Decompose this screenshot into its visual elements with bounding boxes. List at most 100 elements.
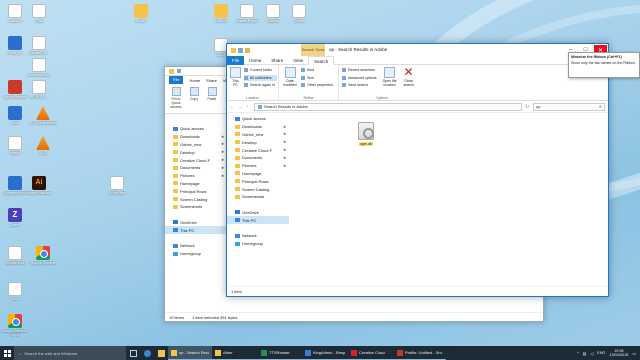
tab-share[interactable]: Share [266, 56, 288, 65]
desktop-icon[interactable]: VLC media player [28, 106, 58, 129]
nav-item[interactable]: This PC [227, 216, 289, 225]
tab-file[interactable]: File [227, 55, 245, 65]
forward-arrow-icon[interactable]: → [238, 104, 243, 110]
tab-view[interactable]: View [288, 56, 308, 65]
desktop-icon[interactable]: EPSB 07 ... [24, 80, 54, 103]
desktop-icon[interactable]: Doc [0, 282, 30, 305]
clear-search-icon[interactable]: ✕ [599, 104, 602, 109]
nav-item[interactable]: Screen Casting [165, 195, 227, 203]
nav-item[interactable]: Homepage [227, 170, 289, 178]
clock[interactable]: 19:36 13/04/2018 [609, 349, 628, 358]
nav-item[interactable]: Quick access [165, 125, 227, 133]
tab-search[interactable]: Search [307, 55, 335, 65]
start-button[interactable] [0, 346, 14, 360]
tab-home[interactable]: Home [244, 56, 266, 65]
desktop-icon[interactable]: CombinedSig.. [24, 58, 54, 81]
taskbar-app[interactable]: Profile: Untitled - Sm... [394, 346, 446, 360]
nav-item[interactable]: Desktop ✱ [227, 138, 289, 146]
ribbon-option[interactable]: Size [301, 75, 335, 82]
ribbon-option[interactable]: Advanced options [342, 75, 379, 82]
up-arrow-icon[interactable]: ↑ [246, 104, 251, 110]
ribbon-option[interactable]: Search again in [244, 82, 277, 89]
nav-item[interactable]: Creative Cloud F ✱ [165, 156, 227, 164]
nav-item[interactable]: Gdrive_new ✱ [227, 131, 289, 139]
taskbar-app[interactable]: KingAdmin - Resp... [302, 346, 348, 360]
taskbar-search[interactable]: ○ Search the web and Windows [14, 346, 126, 360]
nav-item[interactable]: OneDrive [227, 209, 289, 217]
new-folder-icon[interactable] [245, 47, 250, 53]
save-icon[interactable] [177, 69, 181, 73]
ribbon-option[interactable]: Other properties [301, 82, 335, 89]
taskbar-app[interactable]: Creative Cloud [348, 346, 394, 360]
back-tab-home[interactable]: Home [189, 78, 200, 83]
nav-item[interactable]: Screenshots [227, 193, 289, 201]
back-ribbon-button[interactable]: Paste [205, 87, 219, 110]
ribbon-option[interactable]: All subfolders [244, 74, 277, 81]
nav-item[interactable]: OneDrive [165, 219, 227, 227]
desktop-icon[interactable]: ScoreFlow [102, 176, 132, 199]
nav-item[interactable]: Network [227, 232, 289, 240]
taskbar-app[interactable]: op - Search Results... [168, 346, 212, 360]
back-tab-share[interactable]: Share [206, 78, 217, 83]
refresh-icon[interactable]: ↻ [525, 104, 530, 110]
nav-item[interactable]: This PC [165, 226, 227, 235]
desktop-icon[interactable]: Sheet [284, 4, 314, 27]
desktop-icon[interactable]: Stop [24, 4, 54, 27]
desktop-icon[interactable]: Acrobat Sh.. [24, 36, 54, 59]
language-indicator[interactable]: ENG [597, 351, 605, 355]
network-icon[interactable]: ▤ [583, 351, 587, 356]
close-search-button[interactable]: ✕ Close search [401, 66, 417, 99]
nav-item[interactable]: Pictures ✱ [165, 172, 227, 180]
nav-item[interactable]: Screenshots [165, 203, 227, 211]
task-view-button[interactable] [126, 346, 140, 360]
edge-button[interactable] [140, 346, 154, 360]
explorer-button[interactable] [154, 346, 168, 360]
nav-item[interactable]: Downloads ✱ [165, 133, 227, 141]
nav-item[interactable]: Network [165, 242, 227, 250]
nav-item[interactable]: Creative Cloud F ✱ [227, 146, 289, 154]
nav-item[interactable]: Homepage [165, 180, 227, 188]
nav-item[interactable]: Desktop ✱ [165, 148, 227, 156]
desktop-icon[interactable]: Google Chrome - Copy [0, 314, 30, 337]
nav-item[interactable]: Gdrive_new ✱ [165, 141, 227, 149]
desktop-icon[interactable]: Z Zotero [0, 208, 30, 231]
desktop-icon[interactable]: Folder [126, 4, 156, 27]
this-pc-button[interactable]: This PC [230, 67, 241, 99]
explorer-window[interactable]: Search Tools op - Search Results in Adob… [226, 43, 609, 297]
nav-item[interactable]: Principal Rows [165, 187, 227, 195]
notifications-icon[interactable]: ▭ [632, 351, 636, 356]
nav-item[interactable]: Screen Casting [227, 185, 289, 193]
back-arrow-icon[interactable]: ← [230, 104, 235, 110]
properties-icon[interactable] [238, 47, 243, 53]
nav-item[interactable]: Homegroup [165, 250, 227, 258]
file-item[interactable]: ogm.db [353, 122, 379, 146]
nav-item[interactable]: Documents ✱ [227, 154, 289, 162]
taskbar-app[interactable]: Ather [212, 346, 258, 360]
desktop-icon[interactable]: VLC [28, 136, 58, 159]
search-input[interactable]: op ✕ [533, 102, 605, 111]
nav-item[interactable]: Downloads ✱ [227, 123, 289, 131]
nav-item[interactable]: Documents ✱ [165, 164, 227, 172]
taskbar-app[interactable]: TTSReader [258, 346, 302, 360]
desktop-icon[interactable]: Ai Adobe Illustrator [24, 176, 54, 199]
open-file-location-button[interactable]: Open file location [382, 67, 398, 99]
nav-item[interactable]: Quick access [227, 115, 289, 123]
volume-icon[interactable]: ◁ [590, 351, 593, 356]
file-list[interactable]: ogm.db [291, 116, 608, 286]
back-ribbon-button[interactable]: Pin to Quick access [169, 87, 183, 110]
desktop-icon[interactable]: Mics [0, 106, 30, 129]
titlebar[interactable]: Search Tools op - Search Results in Adob… [227, 44, 608, 56]
back-tab-file[interactable]: File [169, 76, 184, 84]
ribbon-option[interactable]: Kind [301, 67, 335, 74]
desktop-icon[interactable]: Google Chrome [28, 246, 58, 269]
date-modified-button[interactable]: Date modified [282, 67, 298, 99]
desktop-icon[interactable]: ApowerEdit [0, 246, 30, 269]
ribbon-option[interactable]: Recent searches [342, 67, 379, 74]
nav-item[interactable]: Pictures ✱ [227, 162, 289, 170]
chevron-up-icon[interactable]: ^ [577, 351, 579, 355]
nav-item[interactable]: Homegroup [227, 240, 289, 248]
desktop-icon[interactable]: spawn [0, 136, 30, 159]
ribbon-option[interactable]: Save search [342, 82, 379, 89]
nav-item[interactable]: Principal Rows [227, 177, 289, 185]
back-ribbon-button[interactable]: Copy [187, 87, 201, 110]
